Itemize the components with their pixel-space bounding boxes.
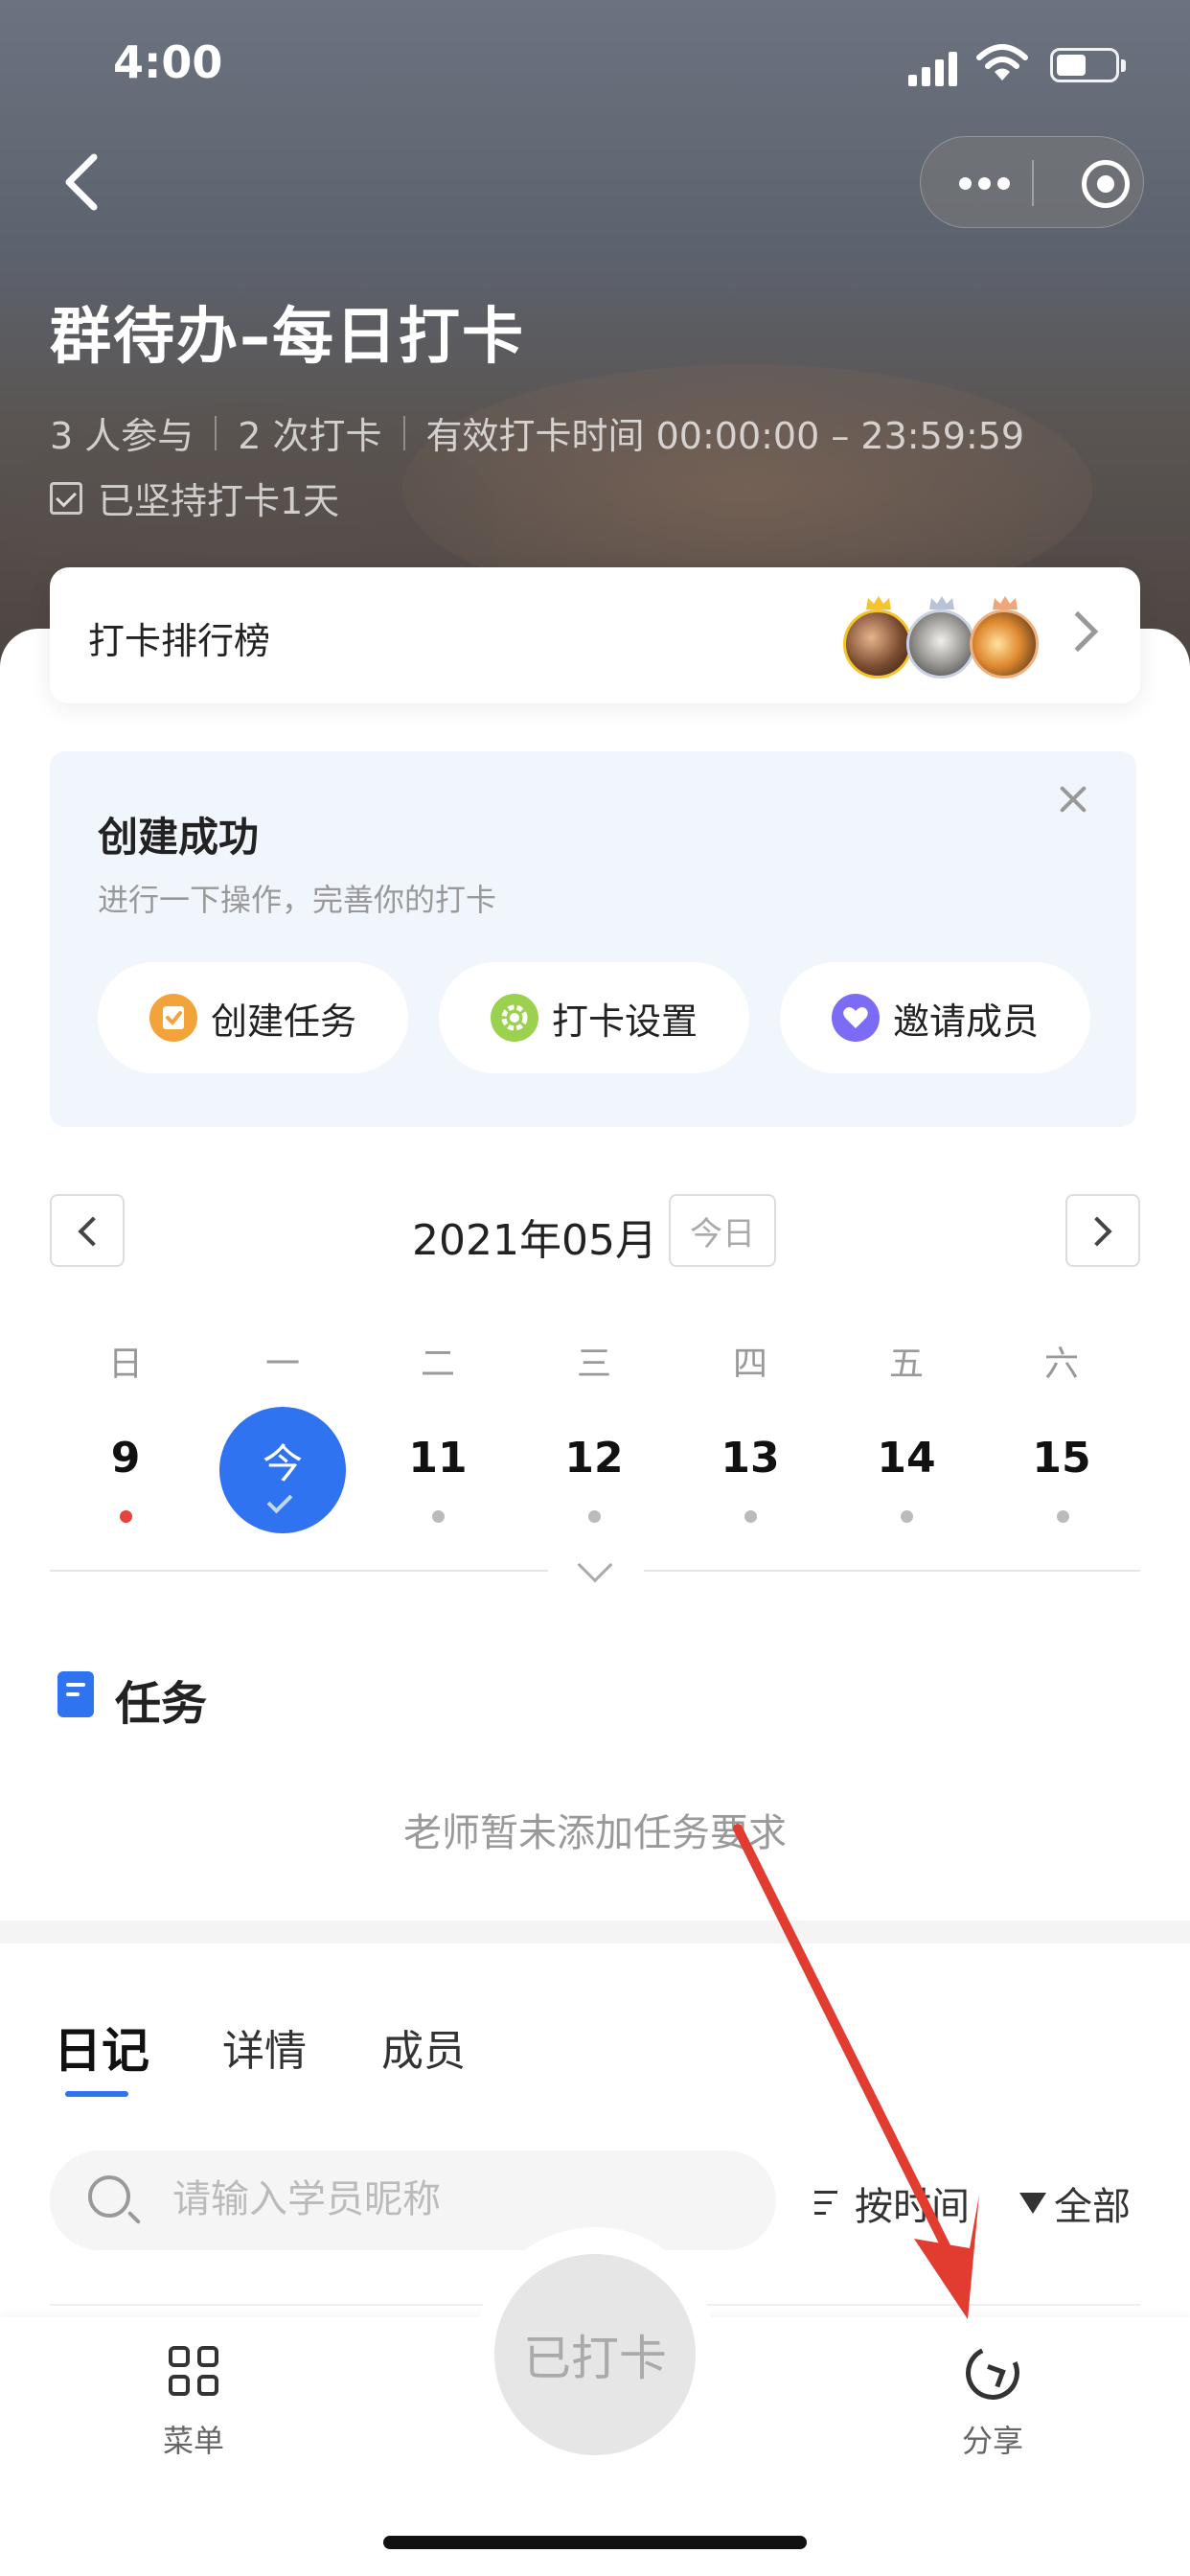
avatar [843, 610, 912, 678]
share-label[interactable]: 分享 [962, 2417, 1023, 2461]
valid-time: 有效打卡时间 00:00:00 – 23:59:59 [425, 415, 1025, 457]
gear-icon [490, 994, 538, 1042]
close-mini-program-icon[interactable] [1082, 160, 1130, 208]
checkin-dot [432, 1510, 445, 1523]
invite-members-button[interactable]: 邀请成员 [780, 962, 1090, 1073]
meta-separator [215, 415, 217, 450]
success-subtitle: 进行一下操作，完善你的打卡 [98, 882, 497, 918]
weekday-label: 六 [1043, 1345, 1079, 1384]
crown-icon [866, 596, 891, 610]
back-icon[interactable] [46, 144, 123, 220]
calendar-day-today[interactable]: 今 [219, 1407, 346, 1533]
tab-members[interactable]: 成员 [381, 2016, 466, 2078]
calendar-day[interactable]: 9 [78, 1434, 173, 1483]
chevron-right-icon [1057, 610, 1099, 653]
weekday-label: 四 [732, 1345, 767, 1384]
battery-icon [1050, 48, 1119, 82]
today-button[interactable]: 今日 [669, 1194, 776, 1267]
ranking-card[interactable]: 打卡排行榜 [50, 567, 1140, 703]
task-check-icon [149, 994, 197, 1042]
ranking-label: 打卡排行榜 [88, 620, 271, 662]
divider [50, 1570, 548, 1572]
checkin-count: 2 次打卡 [238, 415, 382, 457]
checkin-dot [901, 1510, 913, 1523]
prev-month-button[interactable] [50, 1194, 125, 1267]
calendar-day[interactable]: 15 [1014, 1434, 1110, 1483]
weekday-label: 二 [420, 1345, 455, 1384]
avatar [906, 610, 975, 678]
header-meta: 3 人参与 2 次打卡 有效打卡时间 00:00:00 – 23:59:59 [50, 406, 1024, 459]
tab-diary[interactable]: 日记 [54, 2012, 149, 2082]
checkbox-icon [50, 481, 82, 515]
weekday-label: 一 [264, 1345, 300, 1384]
task-doc-icon [57, 1671, 94, 1717]
search-input[interactable] [172, 2177, 728, 2221]
create-success-card: 创建成功 进行一下操作，完善你的打卡 创建任务 打卡设置 邀请成员 [50, 751, 1136, 1127]
home-indicator [383, 2536, 807, 2549]
calendar-day[interactable]: 12 [546, 1434, 642, 1483]
invite-members-label: 邀请成员 [892, 1000, 1039, 1043]
checkin-dot [744, 1510, 757, 1523]
calendar-day[interactable]: 14 [858, 1434, 954, 1483]
task-section-title: 任务 [115, 1677, 208, 1731]
tab-indicator [65, 2091, 128, 2097]
capsule-divider [1032, 160, 1034, 206]
success-title: 创建成功 [98, 814, 260, 861]
create-task-label: 创建任务 [210, 1000, 356, 1043]
checkin-settings-label: 打卡设置 [551, 1000, 698, 1043]
search-icon [88, 2175, 130, 2218]
page-title: 群待办–每日打卡 [50, 302, 525, 373]
status-icons [908, 44, 1129, 86]
checkin-dot [1057, 1510, 1069, 1523]
calendar-day[interactable]: 11 [390, 1434, 486, 1483]
wifi-icon [976, 44, 1028, 80]
sort-icon [814, 2189, 847, 2218]
participant-count: 3 人参与 [50, 415, 195, 457]
crown-icon [929, 596, 954, 610]
avatar [970, 610, 1039, 678]
next-month-button[interactable] [1065, 1194, 1140, 1267]
status-time: 4:00 [113, 36, 223, 88]
today-day-label: 今 [262, 1440, 303, 1487]
search-bar[interactable] [50, 2150, 776, 2250]
heart-icon [831, 994, 880, 1042]
checked-in-button[interactable]: 已打卡 [494, 2254, 696, 2455]
filter-all-button[interactable]: 全部 [1019, 2175, 1131, 2231]
create-task-button[interactable]: 创建任务 [98, 962, 408, 1073]
weekday-label: 三 [576, 1345, 611, 1384]
persist-status: 已坚持打卡1天 [50, 472, 339, 524]
calendar-day[interactable]: 13 [702, 1434, 798, 1483]
divider [644, 1570, 1140, 1572]
more-icon[interactable] [959, 172, 1013, 195]
battery-tip [1121, 59, 1126, 72]
persist-text: 已坚持打卡1天 [98, 480, 340, 522]
mini-program-capsule [920, 136, 1144, 228]
sort-by-time-button[interactable]: 按时间 [814, 2175, 970, 2231]
task-empty-text: 老师暂未添加任务要求 [403, 1811, 787, 1855]
section-separator [0, 1920, 1190, 1944]
filter-icon [1019, 2193, 1046, 2214]
filter-label: 全部 [1054, 2185, 1131, 2229]
check-icon [266, 1487, 293, 1514]
menu-label[interactable]: 菜单 [163, 2417, 224, 2461]
meta-separator [402, 415, 405, 450]
weekday-label: 五 [888, 1345, 924, 1384]
checkin-dot [120, 1510, 132, 1523]
close-icon[interactable] [1054, 780, 1092, 818]
tab-details[interactable]: 详情 [222, 2016, 307, 2078]
checkin-settings-button[interactable]: 打卡设置 [439, 962, 749, 1073]
weekday-label: 日 [107, 1345, 143, 1384]
sort-label: 按时间 [855, 2185, 970, 2229]
month-label: 2021年05月 [412, 1216, 657, 1265]
checkin-dot [588, 1510, 601, 1523]
menu-grid-icon[interactable] [169, 2346, 220, 2398]
crown-icon [993, 596, 1018, 610]
